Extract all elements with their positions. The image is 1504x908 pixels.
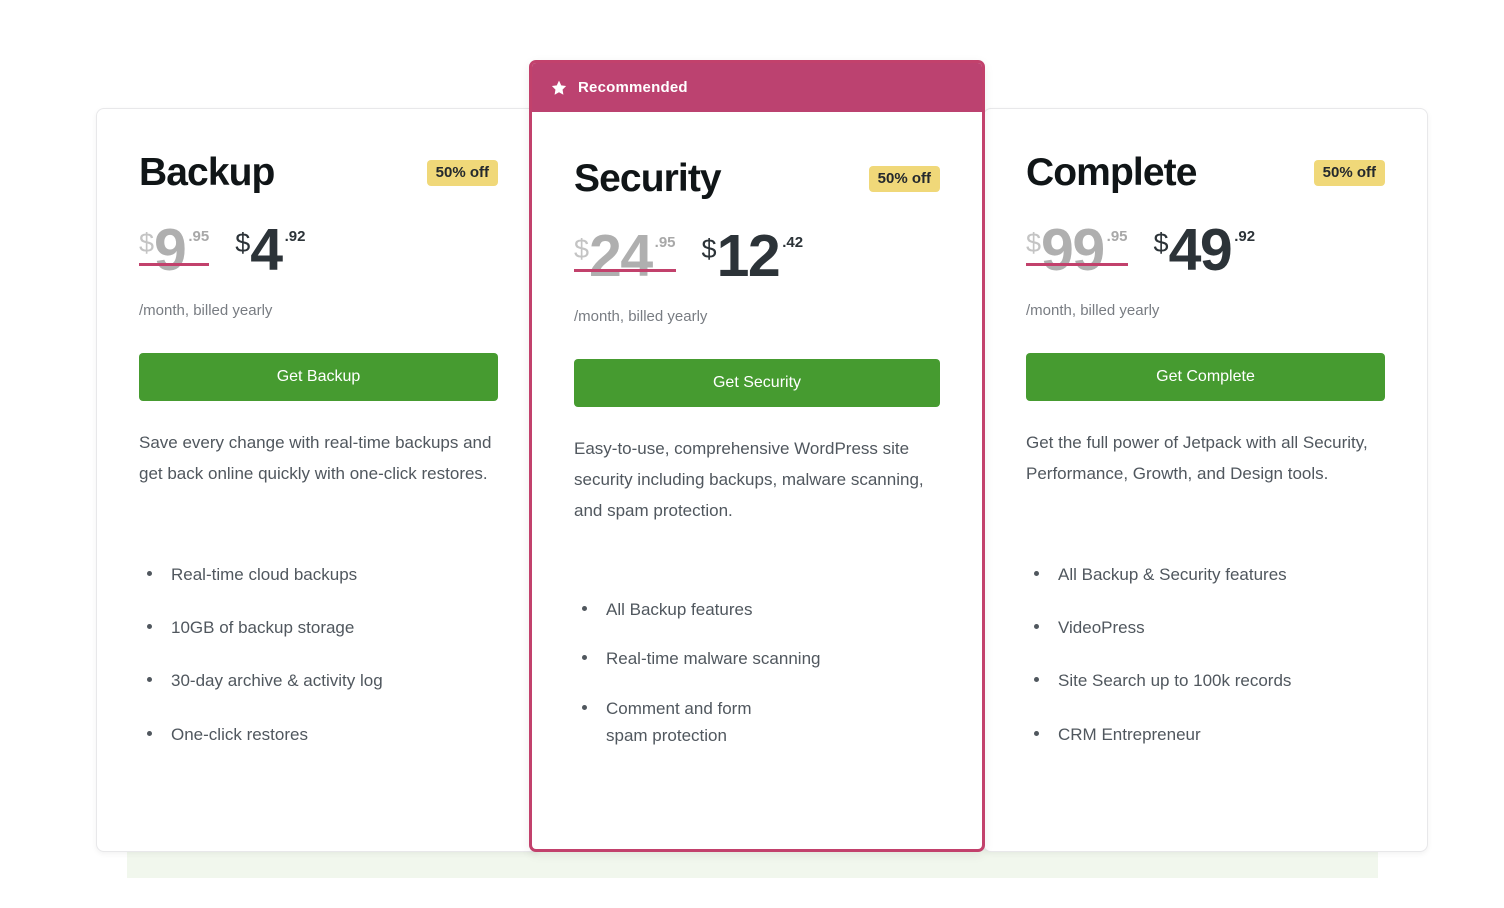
price-whole: 49 <box>1168 217 1233 283</box>
feature-label: All Backup features <box>606 600 753 620</box>
currency-symbol: $ <box>235 228 251 258</box>
feature-label: Comment and form spam protection <box>606 698 752 746</box>
price-row: $ 99 .95 $ 49 .92 <box>1026 217 1385 287</box>
get-security-button[interactable]: Get Security <box>574 358 940 407</box>
pricing-card-group: Backup 50% off $ 9 .95 $ 4 .92 /month, b… <box>96 60 1428 852</box>
feature-list: Real-time cloud backups 10GB of backup s… <box>139 561 498 748</box>
plan-description: Save every change with real-time backups… <box>139 432 492 483</box>
original-price: $ 9 .95 <box>139 217 210 283</box>
discount-badge: 50% off <box>1313 160 1385 186</box>
card-body: Security 50% off $ 24 .95 $ 12 .42 /mont… <box>532 112 982 750</box>
feature-label: One-click restores <box>171 724 308 744</box>
bullet-icon <box>147 677 152 683</box>
feature-label: All Backup & Security features <box>1058 565 1287 585</box>
list-item: CRM Entrepreneur <box>1026 721 1385 748</box>
pricing-card-security[interactable]: Recommended Security 50% off $ 24 .95 $ <box>529 60 985 852</box>
list-item: Site Search up to 100k records <box>1026 667 1385 694</box>
strikethrough-line <box>1026 263 1128 266</box>
billing-note: /month, billed yearly <box>1026 302 1160 319</box>
discounted-price: $ 4 .92 <box>235 217 306 283</box>
list-item: One-click restores <box>139 721 498 748</box>
list-item: Real-time cloud backups <box>139 561 498 588</box>
discounted-price: $ 12 .42 <box>701 223 804 289</box>
title-row: Backup 50% off <box>139 151 498 195</box>
price-cents: .95 <box>1106 228 1128 245</box>
bullet-icon <box>147 571 152 577</box>
billing-note: /month, billed yearly <box>574 308 708 325</box>
feature-label: 10GB of backup storage <box>171 618 355 638</box>
plan-description: Easy-to-use, comprehensive WordPress sit… <box>574 438 924 521</box>
plan-title: Backup <box>139 151 275 194</box>
bullet-icon <box>582 655 587 661</box>
original-price: $ 24 .95 <box>574 223 676 289</box>
plan-title: Security <box>574 157 722 200</box>
bullet-icon <box>582 704 587 710</box>
price-cents: .42 <box>782 234 804 251</box>
list-item: Comment and form spam protection <box>574 695 940 750</box>
billing-note: /month, billed yearly <box>139 302 273 319</box>
price-cents: .95 <box>654 234 676 251</box>
price-whole: 12 <box>716 223 781 289</box>
get-backup-button[interactable]: Get Backup <box>139 352 498 401</box>
bullet-icon <box>582 606 587 612</box>
price-cents: .95 <box>188 228 210 245</box>
strikethrough-line <box>574 269 676 272</box>
price-row: $ 9 .95 $ 4 .92 <box>139 217 498 287</box>
card-body: Backup 50% off $ 9 .95 $ 4 .92 /month, b… <box>97 109 540 748</box>
original-price: $ 99 .95 <box>1026 217 1128 283</box>
plan-title: Complete <box>1026 151 1197 194</box>
feature-list: All Backup features Real-time malware sc… <box>574 596 940 749</box>
feature-label: CRM Entrepreneur <box>1058 724 1201 744</box>
bullet-icon <box>1034 730 1039 736</box>
bullet-icon <box>1034 571 1039 577</box>
price-whole: 4 <box>250 217 283 283</box>
bullet-icon <box>1034 677 1039 683</box>
feature-label: Real-time cloud backups <box>171 565 358 585</box>
list-item: All Backup features <box>574 596 940 623</box>
plan-description: Get the full power of Jetpack with all S… <box>1026 432 1368 483</box>
list-item: VideoPress <box>1026 614 1385 641</box>
price-cents: .92 <box>1234 228 1256 245</box>
discount-badge: 50% off <box>426 160 498 186</box>
currency-symbol: $ <box>574 234 590 264</box>
price-cents: .92 <box>284 228 306 245</box>
bullet-icon <box>147 730 152 736</box>
pricing-card-complete[interactable]: Complete 50% off $ 99 .95 $ 49 .92 /mont… <box>983 108 1428 852</box>
list-item: Real-time malware scanning <box>574 645 940 672</box>
price-whole: 24 <box>589 223 653 289</box>
recommended-ribbon: Recommended <box>532 63 982 112</box>
star-icon <box>550 79 568 97</box>
list-item: 10GB of backup storage <box>139 614 498 641</box>
price-row: $ 24 .95 $ 12 .42 <box>574 223 940 293</box>
discount-badge: 50% off <box>868 166 940 192</box>
pricing-page: Backup 50% off $ 9 .95 $ 4 .92 /month, b… <box>0 0 1504 908</box>
bullet-icon <box>147 624 152 630</box>
get-complete-button[interactable]: Get Complete <box>1026 352 1385 401</box>
list-item: All Backup & Security features <box>1026 561 1385 588</box>
currency-symbol: $ <box>1153 228 1169 258</box>
card-body: Complete 50% off $ 99 .95 $ 49 .92 /mont… <box>984 109 1427 748</box>
price-whole: 99 <box>1041 217 1105 283</box>
discounted-price: $ 49 .92 <box>1153 217 1256 283</box>
recommended-label: Recommended <box>578 79 688 96</box>
currency-symbol: $ <box>139 228 155 258</box>
list-item: 30-day archive & activity log <box>139 667 498 694</box>
currency-symbol: $ <box>701 234 717 264</box>
feature-label: Real-time malware scanning <box>606 649 821 669</box>
feature-label: 30-day archive & activity log <box>171 671 383 691</box>
feature-label: VideoPress <box>1058 618 1145 638</box>
feature-list: All Backup & Security features VideoPres… <box>1026 561 1385 748</box>
price-whole: 9 <box>154 217 187 283</box>
currency-symbol: $ <box>1026 228 1042 258</box>
strikethrough-line <box>139 263 210 266</box>
title-row: Complete 50% off <box>1026 151 1385 195</box>
feature-label: Site Search up to 100k records <box>1058 671 1292 691</box>
bullet-icon <box>1034 624 1039 630</box>
title-row: Security 50% off <box>574 157 940 201</box>
pricing-card-backup[interactable]: Backup 50% off $ 9 .95 $ 4 .92 /month, b… <box>96 108 541 852</box>
